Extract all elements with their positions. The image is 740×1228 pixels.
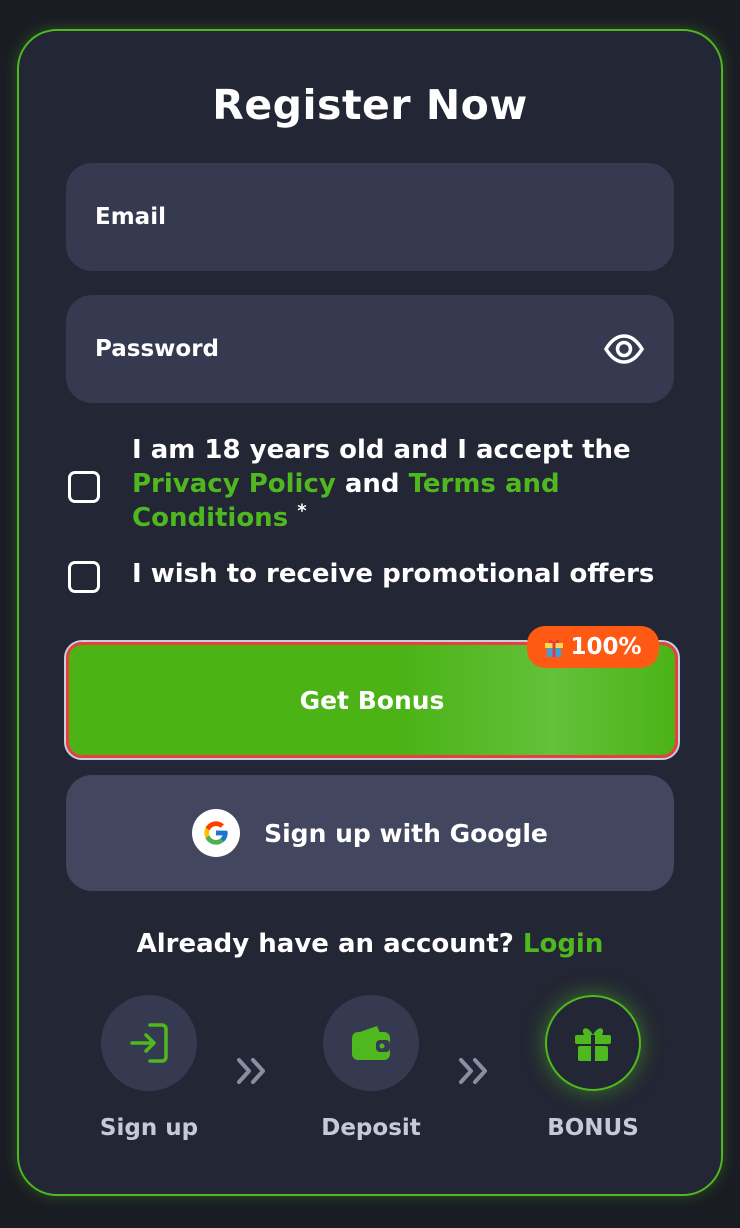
age-terms-checkbox[interactable]	[68, 471, 100, 503]
google-signup-button[interactable]: Sign up with Google	[66, 775, 674, 891]
step-sign-up	[101, 995, 197, 1091]
step-deposit	[323, 995, 419, 1091]
google-signup-label: Sign up with Google	[264, 818, 548, 848]
bonus-badge-text: 100%	[570, 634, 642, 660]
chevron-right-icon	[237, 1058, 265, 1084]
required-mark: *	[297, 500, 307, 522]
email-field[interactable]: Email	[66, 163, 674, 271]
page-title: Register Now	[212, 81, 528, 129]
gift-icon	[545, 639, 564, 657]
terms-and: and	[335, 469, 409, 499]
login-prompt: Already have an account? Login	[19, 929, 721, 959]
login-link[interactable]: Login	[523, 929, 603, 959]
login-prompt-text: Already have an account?	[136, 929, 523, 959]
gift-icon	[575, 1028, 611, 1061]
password-placeholder: Password	[95, 336, 219, 362]
email-placeholder: Email	[95, 204, 166, 230]
terms-text: I am 18 years old and I accept the Priva…	[132, 433, 632, 535]
promo-checkbox[interactable]	[68, 561, 100, 593]
privacy-policy-link[interactable]: Privacy Policy	[132, 469, 336, 499]
eye-icon[interactable]	[604, 329, 644, 369]
promo-label: I wish to receive promotional offers	[132, 559, 655, 589]
step-label-sign-up: Sign up	[99, 1115, 199, 1141]
step-label-bonus: BONUS	[547, 1115, 639, 1141]
bonus-badge: 100%	[527, 626, 659, 668]
password-field[interactable]: Password	[66, 295, 674, 403]
sign-in-icon	[130, 1023, 168, 1063]
get-bonus-label: Get Bonus	[299, 685, 445, 715]
step-bonus	[545, 995, 641, 1091]
google-icon	[192, 809, 241, 857]
step-label-deposit: Deposit	[321, 1115, 421, 1141]
register-card: Register Now Email Password I am 18 year…	[17, 29, 723, 1196]
terms-text-before: I am 18 years old and I accept the	[132, 435, 631, 465]
chevron-right-icon	[459, 1058, 487, 1084]
wallet-icon	[352, 1026, 390, 1060]
